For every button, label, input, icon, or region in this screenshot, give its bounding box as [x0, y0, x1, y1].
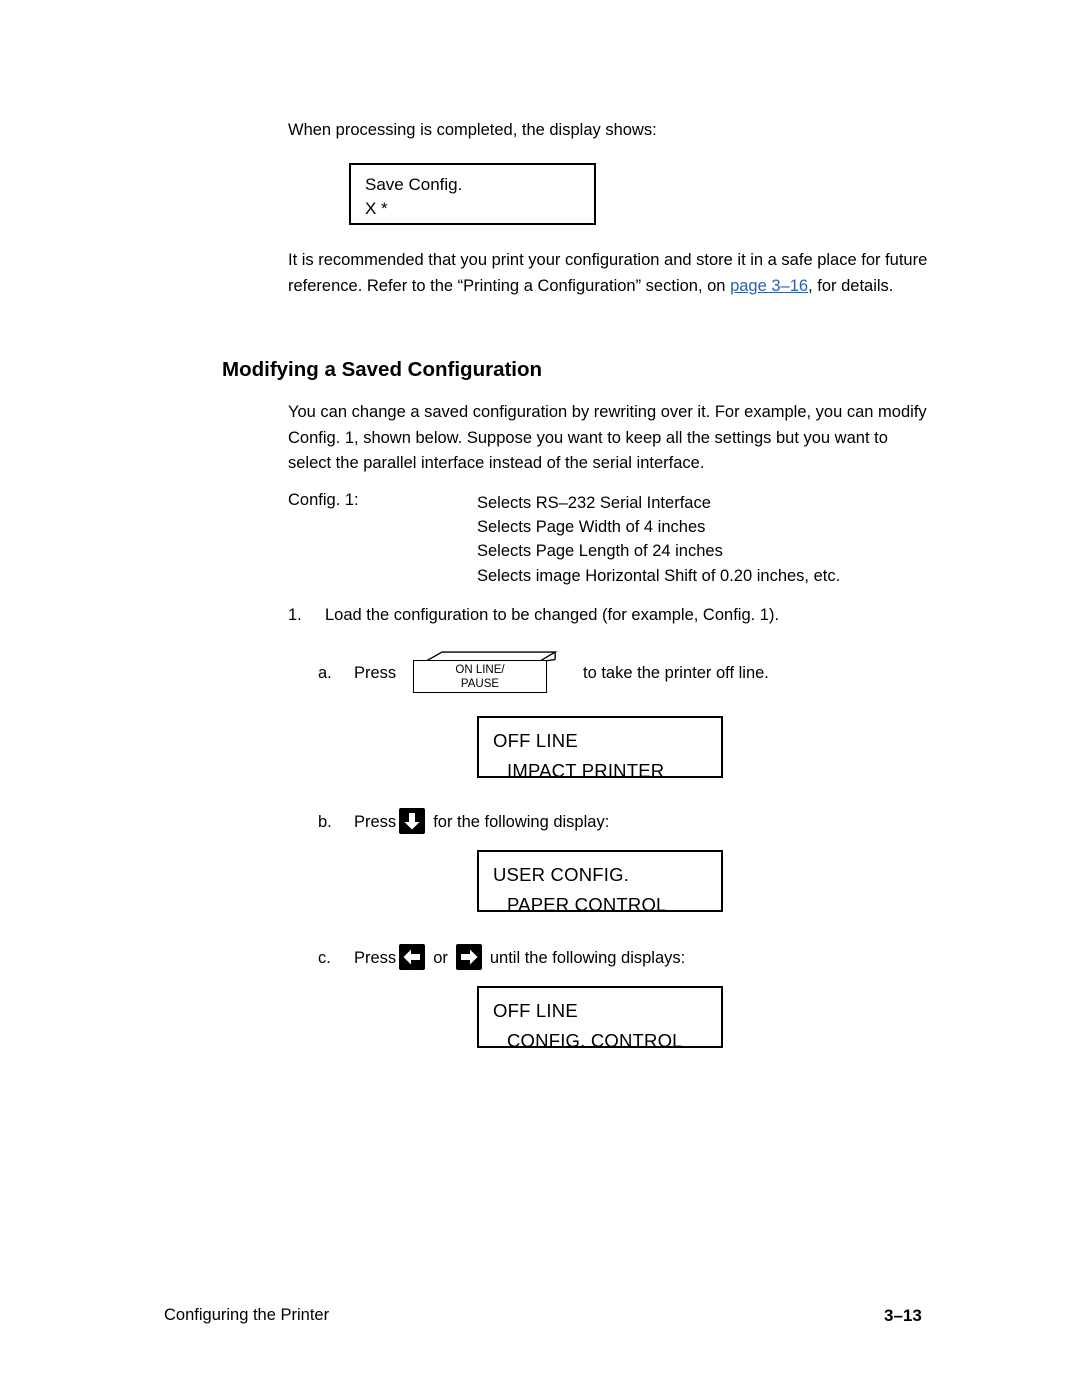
recommendation-paragraph: It is recommended that you print your co…: [288, 248, 933, 299]
down-arrow-key-icon[interactable]: [399, 808, 426, 834]
lcd-line-1: OFF LINE: [493, 1000, 578, 1021]
lcd-display-user-config: USER CONFIG. PAPER CONTROL: [477, 850, 723, 915]
document-page: When processing is completed, the displa…: [0, 0, 1080, 1397]
page-3-16-link[interactable]: page 3–16: [730, 277, 808, 295]
key-label-line-2: PAUSE: [460, 678, 500, 690]
step-b-letter: b.: [318, 813, 332, 831]
recommend-text-part-2: , for details.: [808, 276, 894, 295]
step-c-or-label: or: [433, 949, 448, 967]
step-a-press-label: Press: [354, 664, 397, 682]
config-label: Config. 1:: [288, 491, 359, 509]
footer-page-number: 3–13: [884, 1306, 922, 1325]
online-pause-key[interactable]: ON LINE/ PAUSE: [413, 651, 567, 693]
step-c-letter: c.: [318, 949, 331, 967]
step-1-number: 1.: [288, 606, 302, 624]
lcd-display-off-line-impact: OFF LINE IMPACT PRINTER: [477, 716, 723, 781]
step-1-text: Load the configuration to be changed (fo…: [325, 606, 780, 624]
config-list-item: Selects Page Length of 24 inches: [477, 542, 723, 561]
lcd-line-1: Save Config.: [365, 175, 463, 194]
lcd-line-2: CONFIG. CONTROL: [507, 1030, 683, 1051]
right-arrow-key-icon[interactable]: [455, 944, 482, 970]
lcd-line-2: X *: [365, 199, 388, 218]
config-list-item: Selects RS–232 Serial Interface: [477, 494, 711, 512]
step-a-after-text: to take the printer off line.: [583, 664, 769, 682]
step-c-after-text: until the following displays:: [489, 949, 686, 967]
config-list-item: Selects Page Width of 4 inches: [477, 518, 706, 537]
step-b-after-text: for the following display:: [433, 813, 610, 831]
modify-paragraph: You can change a saved configuration by …: [288, 403, 927, 472]
step-a-letter: a.: [318, 664, 332, 682]
step-a: a. Press: [318, 664, 396, 683]
step-1: 1. Load the configuration to be changed (…: [288, 606, 779, 625]
key-label-line-1: ON LINE/: [455, 664, 505, 676]
lcd-display-off-line-config: OFF LINE CONFIG. CONTROL: [477, 986, 723, 1051]
config-settings-list: Selects RS–232 Serial Interface Selects …: [477, 491, 840, 588]
config-list-item: Selects image Horizontal Shift of 0.20 i…: [477, 566, 841, 585]
key-front-face: ON LINE/ PAUSE: [413, 660, 547, 693]
intro-text: When processing is completed, the displa…: [288, 121, 657, 139]
step-b-press-label: Press: [354, 813, 397, 831]
step-b: b. Press for the following display:: [318, 808, 609, 834]
step-c: c. Press or until the following displays:: [318, 944, 685, 970]
footer-left: Configuring the Printer: [164, 1306, 330, 1324]
lcd-display-save-config: Save Config. X *: [349, 163, 596, 225]
lcd-line-1: USER CONFIG.: [493, 864, 630, 885]
lcd-line-2: PAPER CONTROL: [507, 894, 667, 915]
lcd-line-2: IMPACT PRINTER: [507, 760, 665, 781]
section-heading: Modifying a Saved Configuration: [222, 358, 543, 381]
lcd-line-1: OFF LINE: [493, 730, 578, 751]
left-arrow-key-icon[interactable]: [399, 944, 426, 970]
step-c-press-label: Press: [354, 949, 397, 967]
